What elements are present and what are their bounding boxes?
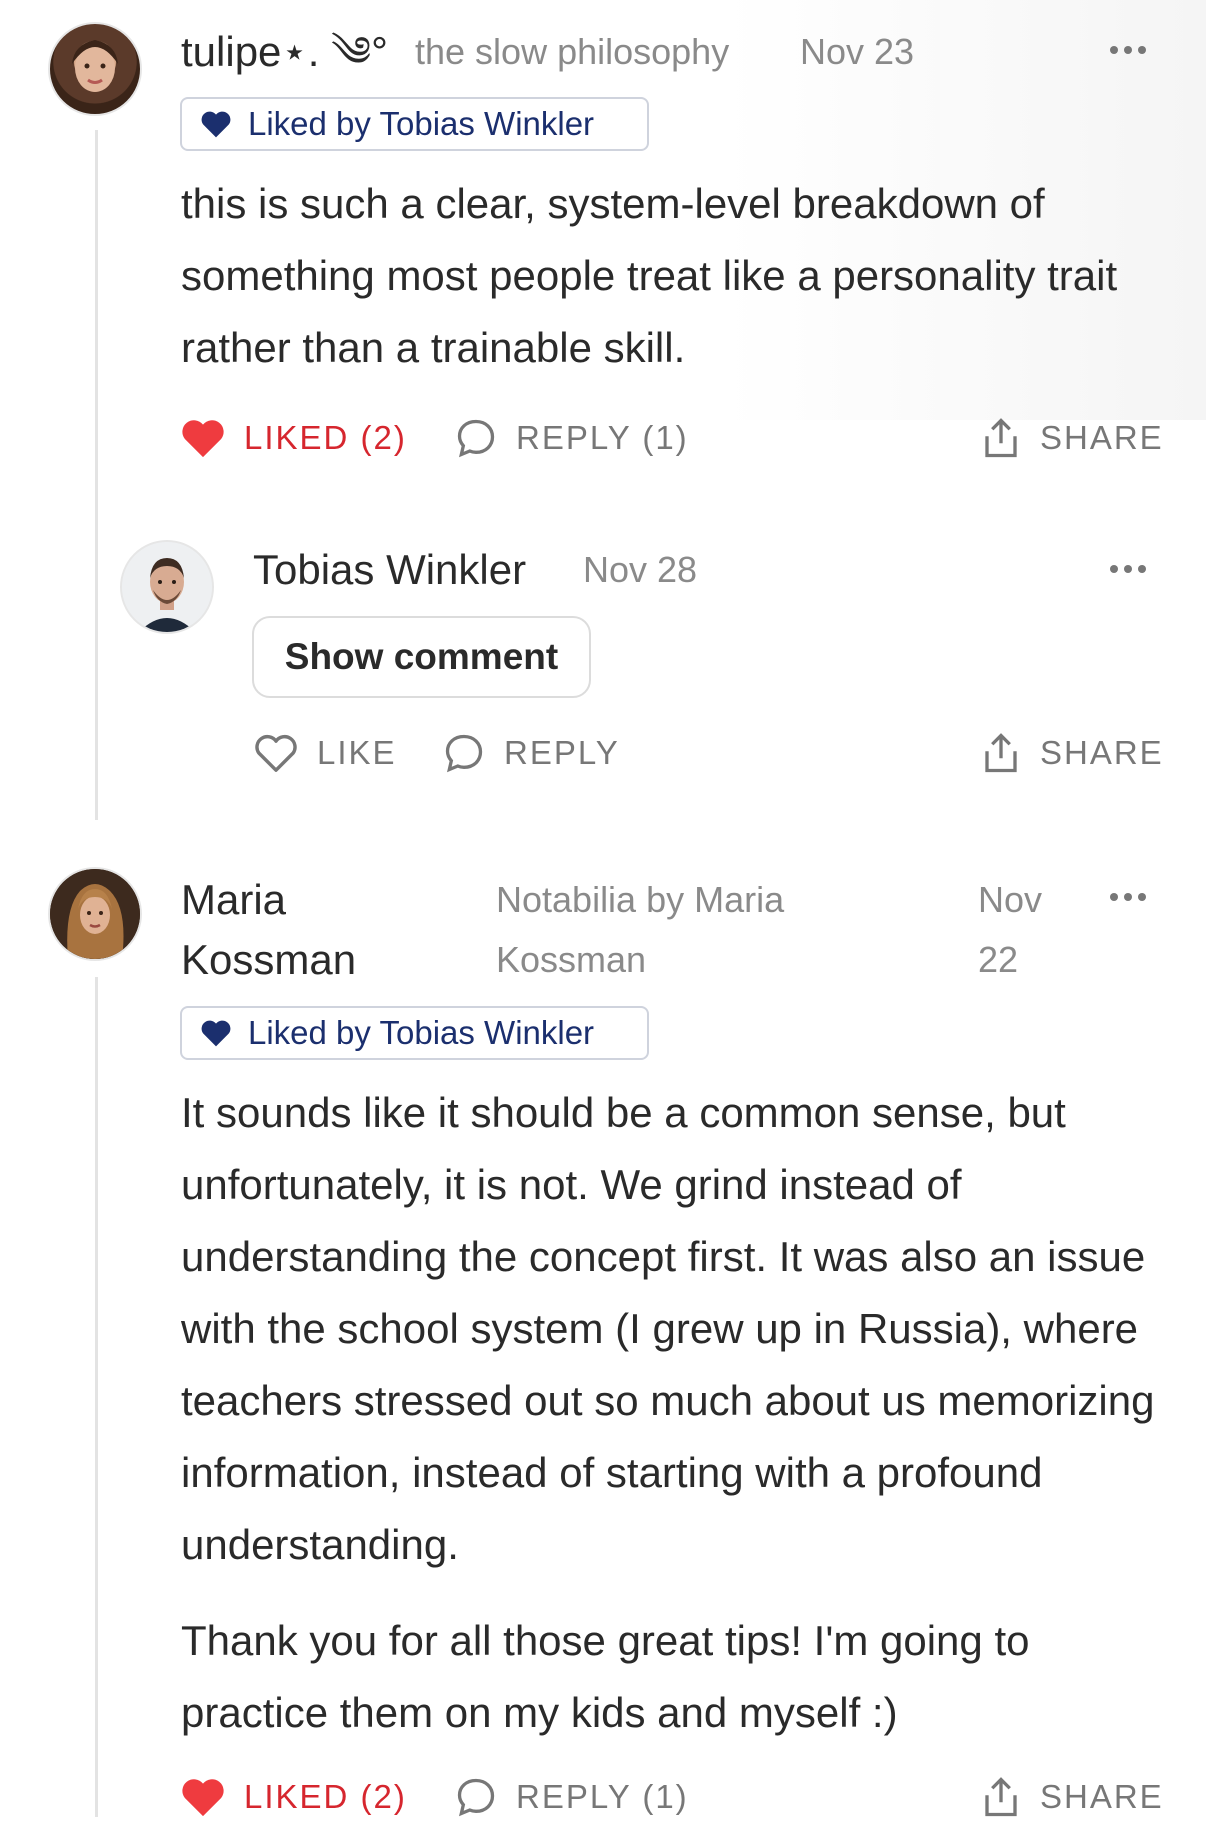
avatar-face-icon: [72, 40, 118, 92]
comment-date[interactable]: Nov 23: [800, 22, 914, 82]
comment-body-paragraph: It sounds like it should be a common sen…: [181, 1089, 1155, 1568]
comment-author-line2[interactable]: Kossman: [181, 930, 356, 990]
speech-bubble-icon: [445, 734, 483, 773]
comment-author-line1[interactable]: Maria: [181, 870, 286, 930]
thread-line: [95, 977, 98, 1817]
reply-label: REPLY: [504, 734, 620, 771]
reply-label: REPLY (1): [516, 419, 689, 456]
more-options-button[interactable]: [1106, 887, 1150, 907]
comment-date-line1[interactable]: Nov: [978, 870, 1042, 930]
like-button[interactable]: LIKED (2): [180, 1772, 407, 1822]
comment-body-paragraph: Thank you for all those great tips! I'm …: [181, 1617, 1030, 1736]
comment-body: this is such a clear, system-level break…: [181, 180, 1118, 371]
share-button[interactable]: SHARE: [980, 1772, 1164, 1822]
like-button[interactable]: LIKED (2): [180, 413, 407, 463]
reply-button[interactable]: REPLY (1): [454, 1772, 689, 1822]
heart-filled-icon: [201, 111, 231, 138]
show-comment-button[interactable]: Show comment: [252, 616, 591, 698]
heart-filled-icon: [182, 420, 224, 458]
comment-publication-line2[interactable]: Kossman: [496, 930, 646, 990]
like-label: LIKED (2): [244, 419, 407, 456]
liked-by-badge: Liked by Tobias Winkler: [180, 97, 649, 151]
more-horizontal-icon: [1110, 46, 1118, 54]
share-label: SHARE: [1040, 734, 1164, 771]
reply-button[interactable]: REPLY (1): [454, 413, 689, 463]
avatar[interactable]: [48, 867, 142, 961]
liked-by-text: Liked by Tobias Winkler: [248, 105, 595, 142]
reply-button[interactable]: REPLY: [442, 728, 620, 778]
heart-filled-icon: [182, 1779, 224, 1817]
share-label: SHARE: [1040, 1778, 1164, 1815]
liked-by-text: Liked by Tobias Winkler: [248, 1014, 595, 1051]
comment-publication[interactable]: the slow philosophy: [415, 22, 729, 82]
avatar-face-icon: [122, 542, 212, 632]
comment-date-line2[interactable]: 22: [978, 930, 1018, 990]
more-horizontal-icon: [1110, 565, 1118, 573]
like-button[interactable]: LIKE: [253, 728, 397, 778]
share-label: SHARE: [1040, 419, 1164, 456]
share-upload-icon: [985, 1777, 1017, 1817]
share-button[interactable]: SHARE: [980, 413, 1164, 463]
like-label: LIKED (2): [244, 1778, 407, 1815]
reply-label: REPLY (1): [516, 1778, 689, 1815]
avatar[interactable]: [120, 540, 214, 634]
heart-filled-icon: [201, 1020, 231, 1047]
avatar-face-icon: [50, 869, 140, 959]
share-upload-icon: [985, 733, 1017, 773]
share-button[interactable]: SHARE: [980, 728, 1164, 778]
share-upload-icon: [985, 418, 1017, 458]
heart-outline-icon: [255, 734, 297, 772]
comment-date[interactable]: Nov 28: [583, 540, 697, 600]
more-options-button[interactable]: [1106, 559, 1150, 579]
more-options-button[interactable]: [1106, 40, 1150, 60]
comment-author[interactable]: Tobias Winkler: [253, 540, 526, 600]
speech-bubble-icon: [457, 419, 495, 458]
comment-publication-line1[interactable]: Notabilia by Maria: [496, 870, 784, 930]
liked-by-badge: Liked by Tobias Winkler: [180, 1006, 649, 1060]
like-label: LIKE: [317, 734, 397, 771]
avatar[interactable]: [48, 22, 142, 116]
more-horizontal-icon: [1110, 893, 1118, 901]
speech-bubble-icon: [457, 1778, 495, 1817]
comment-author[interactable]: tulipe⋆. ༄°: [181, 22, 388, 82]
thread-line: [95, 130, 98, 820]
